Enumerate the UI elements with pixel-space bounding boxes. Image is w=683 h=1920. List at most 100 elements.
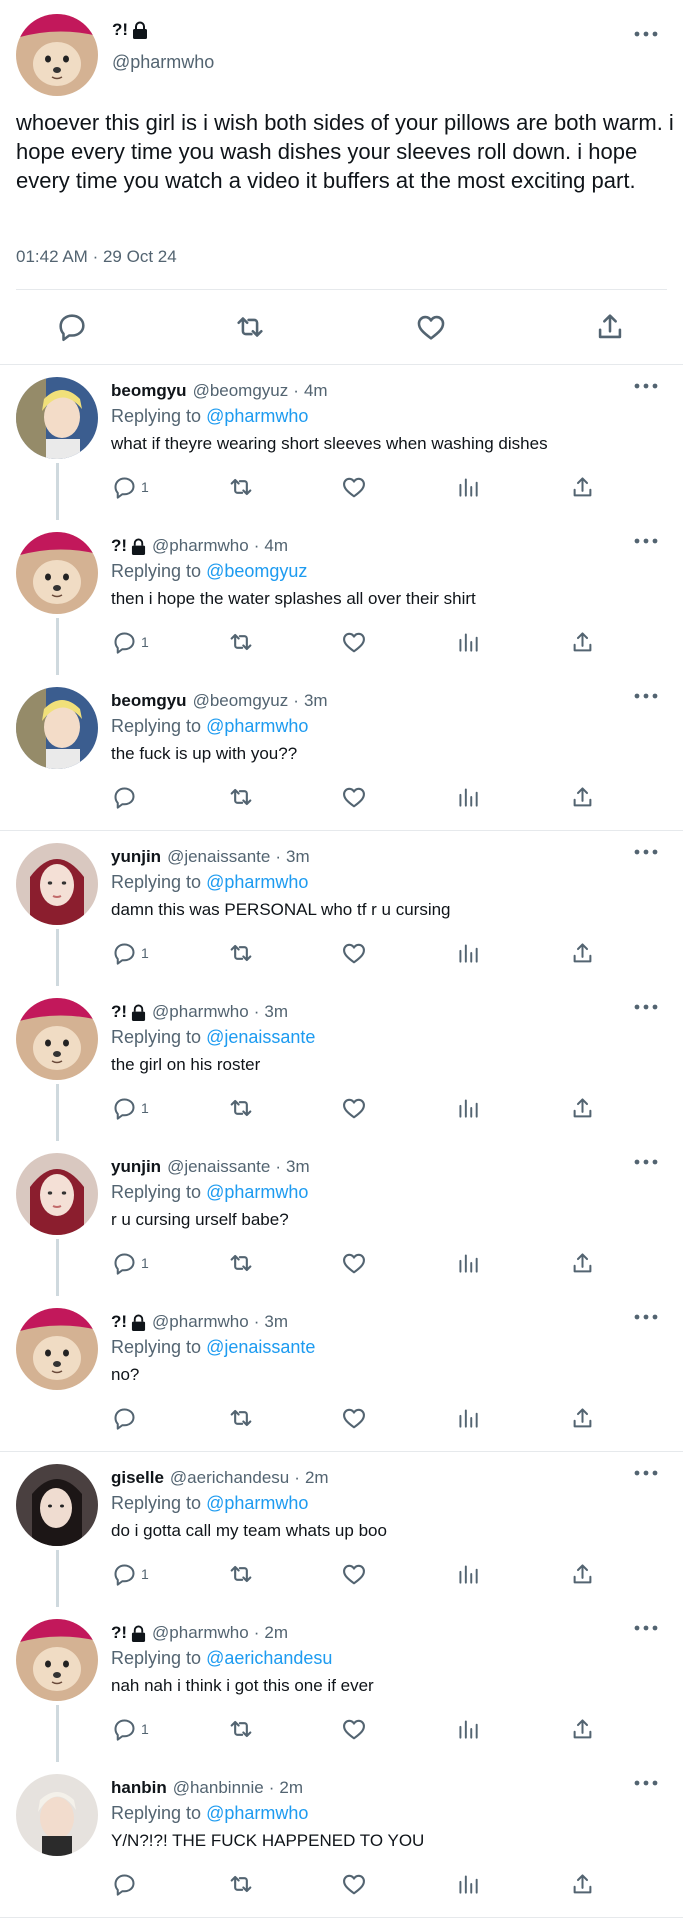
author-name[interactable]: ?!: [111, 1312, 127, 1332]
reply-time[interactable]: 3m: [304, 691, 328, 711]
reply-time[interactable]: 4m: [304, 381, 328, 401]
author-handle[interactable]: @pharmwho: [152, 1002, 249, 1022]
reply-time[interactable]: 2m: [264, 1623, 288, 1643]
author-handle[interactable]: @beomgyuz: [193, 691, 289, 711]
avatar-dog[interactable]: [16, 1619, 98, 1701]
retweet-icon[interactable]: [233, 310, 267, 344]
author-handle[interactable]: @beomgyuz: [193, 381, 289, 401]
author-name[interactable]: ?!: [111, 536, 127, 556]
reply-icon[interactable]: 1: [111, 939, 149, 967]
reply-time[interactable]: 3m: [264, 1312, 288, 1332]
author-name[interactable]: hanbin: [111, 1778, 167, 1798]
reply-tweet[interactable]: ?! @pharmwho · 2m Replying to @aerichand…: [0, 1607, 683, 1762]
author-name[interactable]: beomgyu: [111, 381, 187, 401]
like-icon[interactable]: [340, 783, 368, 811]
avatar-dog[interactable]: [16, 1308, 98, 1390]
reply-time[interactable]: 3m: [286, 847, 310, 867]
avatar-dog[interactable]: [16, 998, 98, 1080]
reply-time[interactable]: 2m: [279, 1778, 303, 1798]
reply-tweet[interactable]: beomgyu @beomgyuz · 4m Replying to @phar…: [0, 365, 683, 520]
replying-to-mention[interactable]: @jenaissante: [206, 1337, 315, 1357]
like-icon[interactable]: [340, 628, 368, 656]
replying-to-mention[interactable]: @pharmwho: [206, 1803, 308, 1823]
more-options-icon[interactable]: [633, 1623, 659, 1633]
retweet-icon[interactable]: [227, 628, 255, 656]
share-icon[interactable]: [569, 1094, 596, 1122]
author-name[interactable]: ?!: [112, 20, 128, 40]
reply-time[interactable]: 2m: [305, 1468, 329, 1488]
reply-tweet[interactable]: hanbin @hanbinnie · 2m Replying to @phar…: [0, 1762, 683, 1917]
retweet-icon[interactable]: [227, 1404, 255, 1432]
reply-icon[interactable]: [111, 1870, 141, 1898]
reply-time[interactable]: 4m: [264, 536, 288, 556]
share-icon[interactable]: [569, 1560, 596, 1588]
like-icon[interactable]: [340, 939, 368, 967]
replying-to-mention[interactable]: @pharmwho: [206, 1182, 308, 1202]
share-icon[interactable]: [569, 783, 596, 811]
reply-icon[interactable]: [111, 783, 141, 811]
views-icon[interactable]: [455, 783, 481, 811]
author-handle[interactable]: @pharmwho: [112, 52, 214, 73]
author-handle[interactable]: @pharmwho: [152, 1623, 249, 1643]
reply-icon[interactable]: 1: [111, 1715, 149, 1743]
reply-tweet[interactable]: giselle @aerichandesu · 2m Replying to @…: [0, 1452, 683, 1607]
avatar-giselle[interactable]: [16, 1464, 98, 1546]
retweet-icon[interactable]: [227, 939, 255, 967]
like-icon[interactable]: [340, 473, 368, 501]
views-icon[interactable]: [455, 1249, 481, 1277]
reply-icon[interactable]: 1: [111, 628, 149, 656]
more-options-icon[interactable]: [633, 1468, 659, 1478]
replying-to-mention[interactable]: @jenaissante: [206, 1027, 315, 1047]
views-icon[interactable]: [455, 628, 481, 656]
share-icon[interactable]: [569, 1870, 596, 1898]
like-icon[interactable]: [340, 1715, 368, 1743]
author-name-row[interactable]: ?!: [112, 20, 148, 40]
like-icon[interactable]: [340, 1404, 368, 1432]
avatar-yunjin[interactable]: [16, 843, 98, 925]
retweet-icon[interactable]: [227, 473, 255, 501]
like-icon[interactable]: [414, 310, 448, 344]
more-options-icon[interactable]: [633, 691, 659, 701]
avatar-dog[interactable]: [16, 532, 98, 614]
like-icon[interactable]: [340, 1094, 368, 1122]
avatar-hanbin[interactable]: [16, 1774, 98, 1856]
reply-icon[interactable]: 1: [111, 1094, 149, 1122]
reply-tweet[interactable]: yunjin @jenaissante · 3m Replying to @ph…: [0, 1141, 683, 1296]
reply-tweet[interactable]: beomgyu @beomgyuz · 3m Replying to @phar…: [0, 675, 683, 830]
avatar-beomgyu[interactable]: [16, 687, 98, 769]
author-name[interactable]: giselle: [111, 1468, 164, 1488]
retweet-icon[interactable]: [227, 1094, 255, 1122]
reply-time[interactable]: 3m: [264, 1002, 288, 1022]
replying-to-mention[interactable]: @pharmwho: [206, 716, 308, 736]
retweet-icon[interactable]: [227, 1249, 255, 1277]
author-name[interactable]: yunjin: [111, 847, 161, 867]
share-icon[interactable]: [569, 1404, 596, 1432]
more-options-icon[interactable]: [633, 1312, 659, 1322]
more-options-icon[interactable]: [633, 536, 659, 546]
share-icon[interactable]: [593, 310, 627, 344]
author-name[interactable]: ?!: [111, 1002, 127, 1022]
avatar[interactable]: [16, 14, 98, 96]
views-icon[interactable]: [455, 1560, 481, 1588]
avatar-yunjin[interactable]: [16, 1153, 98, 1235]
share-icon[interactable]: [569, 1249, 596, 1277]
replying-to-mention[interactable]: @pharmwho: [206, 872, 308, 892]
replying-to-mention[interactable]: @aerichandesu: [206, 1648, 332, 1668]
more-options-icon[interactable]: [633, 1002, 659, 1012]
more-options-icon[interactable]: [633, 1157, 659, 1167]
retweet-icon[interactable]: [227, 1560, 255, 1588]
avatar-beomgyu[interactable]: [16, 377, 98, 459]
views-icon[interactable]: [455, 1404, 481, 1432]
like-icon[interactable]: [340, 1249, 368, 1277]
views-icon[interactable]: [455, 939, 481, 967]
more-options-icon[interactable]: [633, 1778, 659, 1788]
more-options-icon[interactable]: [633, 29, 659, 39]
views-icon[interactable]: [455, 473, 481, 501]
author-name[interactable]: beomgyu: [111, 691, 187, 711]
views-icon[interactable]: [455, 1715, 481, 1743]
reply-icon[interactable]: [55, 310, 89, 344]
reply-icon[interactable]: 1: [111, 1249, 149, 1277]
author-handle[interactable]: @hanbinnie: [173, 1778, 264, 1798]
reply-icon[interactable]: [111, 1404, 141, 1432]
replying-to-mention[interactable]: @beomgyuz: [206, 561, 307, 581]
